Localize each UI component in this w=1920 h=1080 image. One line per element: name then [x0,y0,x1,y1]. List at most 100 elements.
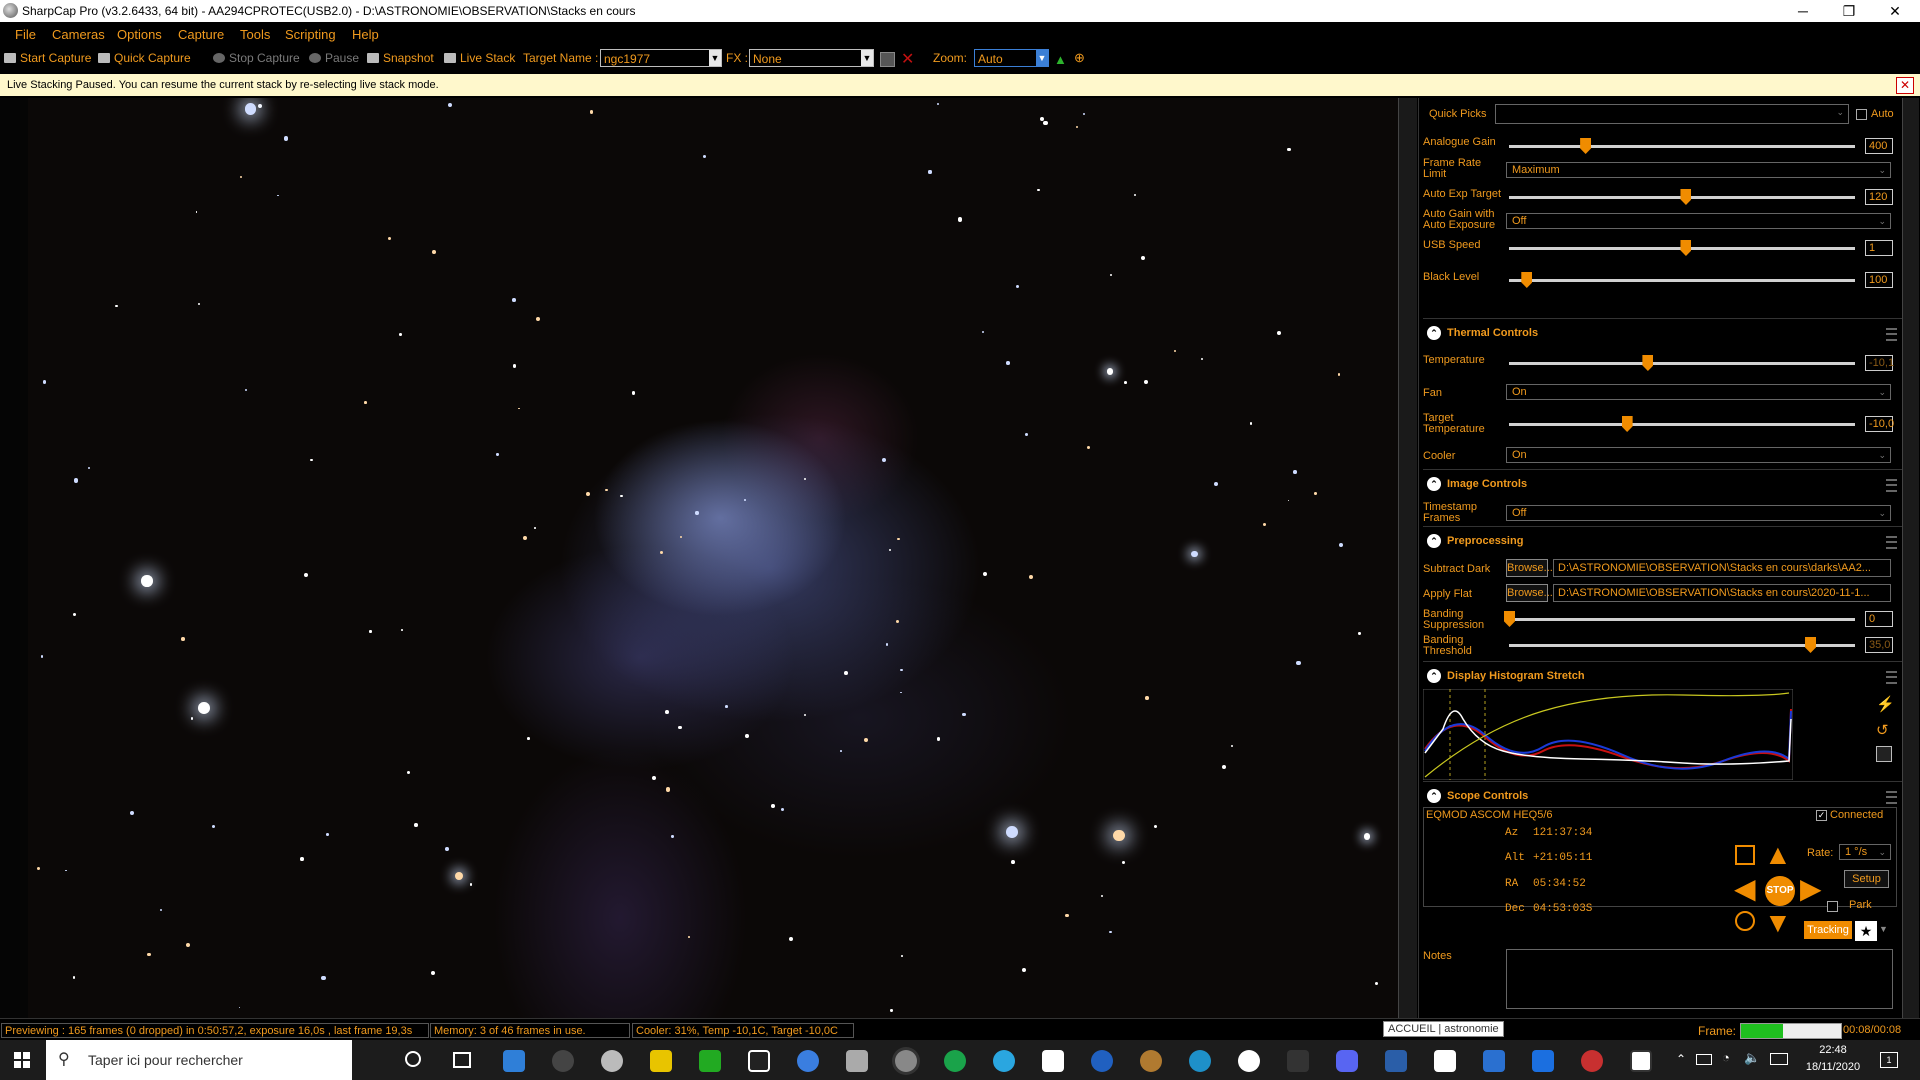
banding-suppression-value[interactable]: 0 [1865,611,1893,627]
task-view-icon[interactable] [453,1052,471,1068]
home-icon[interactable] [1735,845,1755,865]
volume-icon[interactable]: 🔈 [1744,1050,1760,1066]
black-level-slider[interactable] [1509,279,1855,282]
connected-checkbox[interactable]: ✓ [1816,810,1827,821]
auto-checkbox[interactable] [1856,109,1867,120]
notification-center-icon[interactable]: 1 [1880,1052,1898,1068]
star-icon[interactable]: ★ [1855,921,1877,941]
settings-icon[interactable] [552,1050,574,1072]
app-icon-1[interactable] [601,1050,623,1072]
arrow-left-icon[interactable]: ◀ [1734,875,1756,903]
target-temperature-thumb[interactable] [1621,416,1633,432]
zoom-combo[interactable]: Auto ▼ [974,49,1049,67]
snapshot-button[interactable]: Snapshot [367,51,434,65]
stop-button[interactable]: STOP [1765,876,1795,906]
menu-icon[interactable] [1886,536,1897,549]
target-icon[interactable] [1735,911,1755,931]
cooler-dropdown[interactable]: On ⌄ [1506,447,1891,463]
menu-icon[interactable] [1886,328,1897,341]
chevron-down-icon[interactable]: ▼ [861,50,873,66]
chevron-down-icon[interactable]: ▼ [1879,924,1888,934]
menu-file[interactable]: File [15,27,36,42]
save-icon[interactable] [1876,746,1892,762]
black-level-value[interactable]: 100 [1865,272,1893,288]
app-icon-15[interactable] [1630,1050,1652,1072]
histogram-icon[interactable]: ▲ [1054,52,1067,67]
keyboard-icon[interactable] [1770,1053,1788,1065]
banding-suppression-thumb[interactable] [1504,611,1515,627]
battery-icon[interactable] [1696,1054,1712,1065]
stop-capture-button[interactable]: Stop Capture [213,51,300,65]
analogue-gain-slider[interactable] [1509,145,1855,148]
image-controls-header[interactable]: ⌃ Image Controls [1423,474,1903,496]
chevron-down-icon[interactable]: ▼ [709,50,721,66]
clock-time[interactable]: 22:48 [1806,1044,1860,1056]
menu-icon[interactable] [1886,791,1897,804]
frame-icon[interactable] [880,52,895,67]
chevron-up-icon[interactable]: ⌃ [1427,789,1441,803]
chevron-down-icon[interactable]: ▼ [1036,50,1048,66]
snip-icon[interactable] [748,1050,770,1072]
tracking-button[interactable]: Tracking [1804,921,1852,939]
analogue-gain-value[interactable]: 400 [1865,138,1893,154]
sticky-notes-icon[interactable] [650,1050,672,1072]
clock-date[interactable]: 18/11/2020 [1802,1061,1864,1073]
rate-dropdown[interactable]: 1 °/s ⌄ [1839,844,1891,860]
mail-icon[interactable] [503,1050,525,1072]
banding-threshold-thumb[interactable] [1805,637,1817,653]
park-checkbox[interactable] [1827,901,1838,912]
menu-icon[interactable] [1886,671,1897,684]
app-icon-2[interactable] [699,1050,721,1072]
fx-combo[interactable]: None ▼ [749,49,874,67]
live-stack-button[interactable]: Live Stack [444,51,515,65]
arrow-down-icon[interactable]: ▼ [1764,909,1792,937]
thermal-controls-header[interactable]: ⌃ Thermal Controls [1423,323,1903,345]
usb-speed-thumb[interactable] [1680,240,1692,256]
edge-icon[interactable] [1189,1050,1211,1072]
auto-gain-auto-exposure-dropdown[interactable]: Off ⌄ [1506,213,1891,229]
target-temperature-slider[interactable] [1509,423,1855,426]
taskbar-search-box[interactable]: ⚲ Taper ici pour rechercher [46,1040,352,1080]
usb-speed-value[interactable]: 1 [1865,240,1893,256]
menu-tools[interactable]: Tools [240,27,270,42]
app-icon-12[interactable] [1483,1050,1505,1072]
wix-icon[interactable] [1434,1050,1456,1072]
temperature-slider[interactable] [1509,362,1855,365]
frame-rate-limit-dropdown[interactable]: Maximum ⌄ [1506,162,1891,178]
app-icon-6[interactable] [993,1050,1015,1072]
histogram-chart[interactable] [1423,689,1793,780]
histogram-header[interactable]: ⌃ Display Histogram Stretch [1423,666,1903,688]
image-scrollbar[interactable] [1398,98,1417,1018]
apply-flat-browse-button[interactable]: Browse... [1506,584,1553,602]
subtract-dark-path[interactable]: D:\ASTRONOMIE\OBSERVATION\Stacks en cour… [1553,559,1891,577]
zoom-icon[interactable]: ⊕ [1074,50,1085,66]
menu-help[interactable]: Help [352,27,379,42]
menu-options[interactable]: Options [117,27,162,42]
target-temperature-value[interactable]: -10,0 [1865,416,1894,432]
discord-icon[interactable] [1336,1050,1358,1072]
panel-scrollbar[interactable] [1902,98,1919,1018]
live-image-view[interactable] [0,98,1416,1018]
sharpcap-taskbar-icon[interactable] [895,1050,917,1072]
cortana-icon[interactable] [405,1051,421,1067]
app-icon-10[interactable] [1287,1050,1309,1072]
close-window-button[interactable]: ✕ [1872,0,1918,22]
target-name-combo[interactable]: ngc1977 ▼ [600,49,722,67]
banding-suppression-slider[interactable] [1509,618,1855,621]
timestamp-frames-dropdown[interactable]: Off ⌄ [1506,505,1891,521]
arrow-up-icon[interactable]: ▲ [1764,841,1792,869]
chevron-up-icon[interactable]: ⌃ [1427,477,1441,491]
quick-picks-dropdown[interactable]: ⌄ [1495,104,1849,124]
close-notification-button[interactable]: ✕ [1896,77,1914,94]
temperature-thumb[interactable] [1642,355,1654,371]
maximize-button[interactable]: ❐ [1826,0,1872,22]
app-icon-5[interactable] [944,1050,966,1072]
app-icon-8[interactable] [1140,1050,1162,1072]
minimize-button[interactable]: ─ [1780,0,1826,22]
auto-exp-target-value[interactable]: 120 [1865,189,1893,205]
chevron-up-icon[interactable]: ⌃ [1427,669,1441,683]
apply-flat-path[interactable]: D:\ASTRONOMIE\OBSERVATION\Stacks en cour… [1553,584,1891,602]
preprocessing-header[interactable]: ⌃ Preprocessing [1423,531,1903,553]
pause-button[interactable]: Pause [309,51,359,65]
windows-start-icon[interactable] [14,1052,30,1068]
